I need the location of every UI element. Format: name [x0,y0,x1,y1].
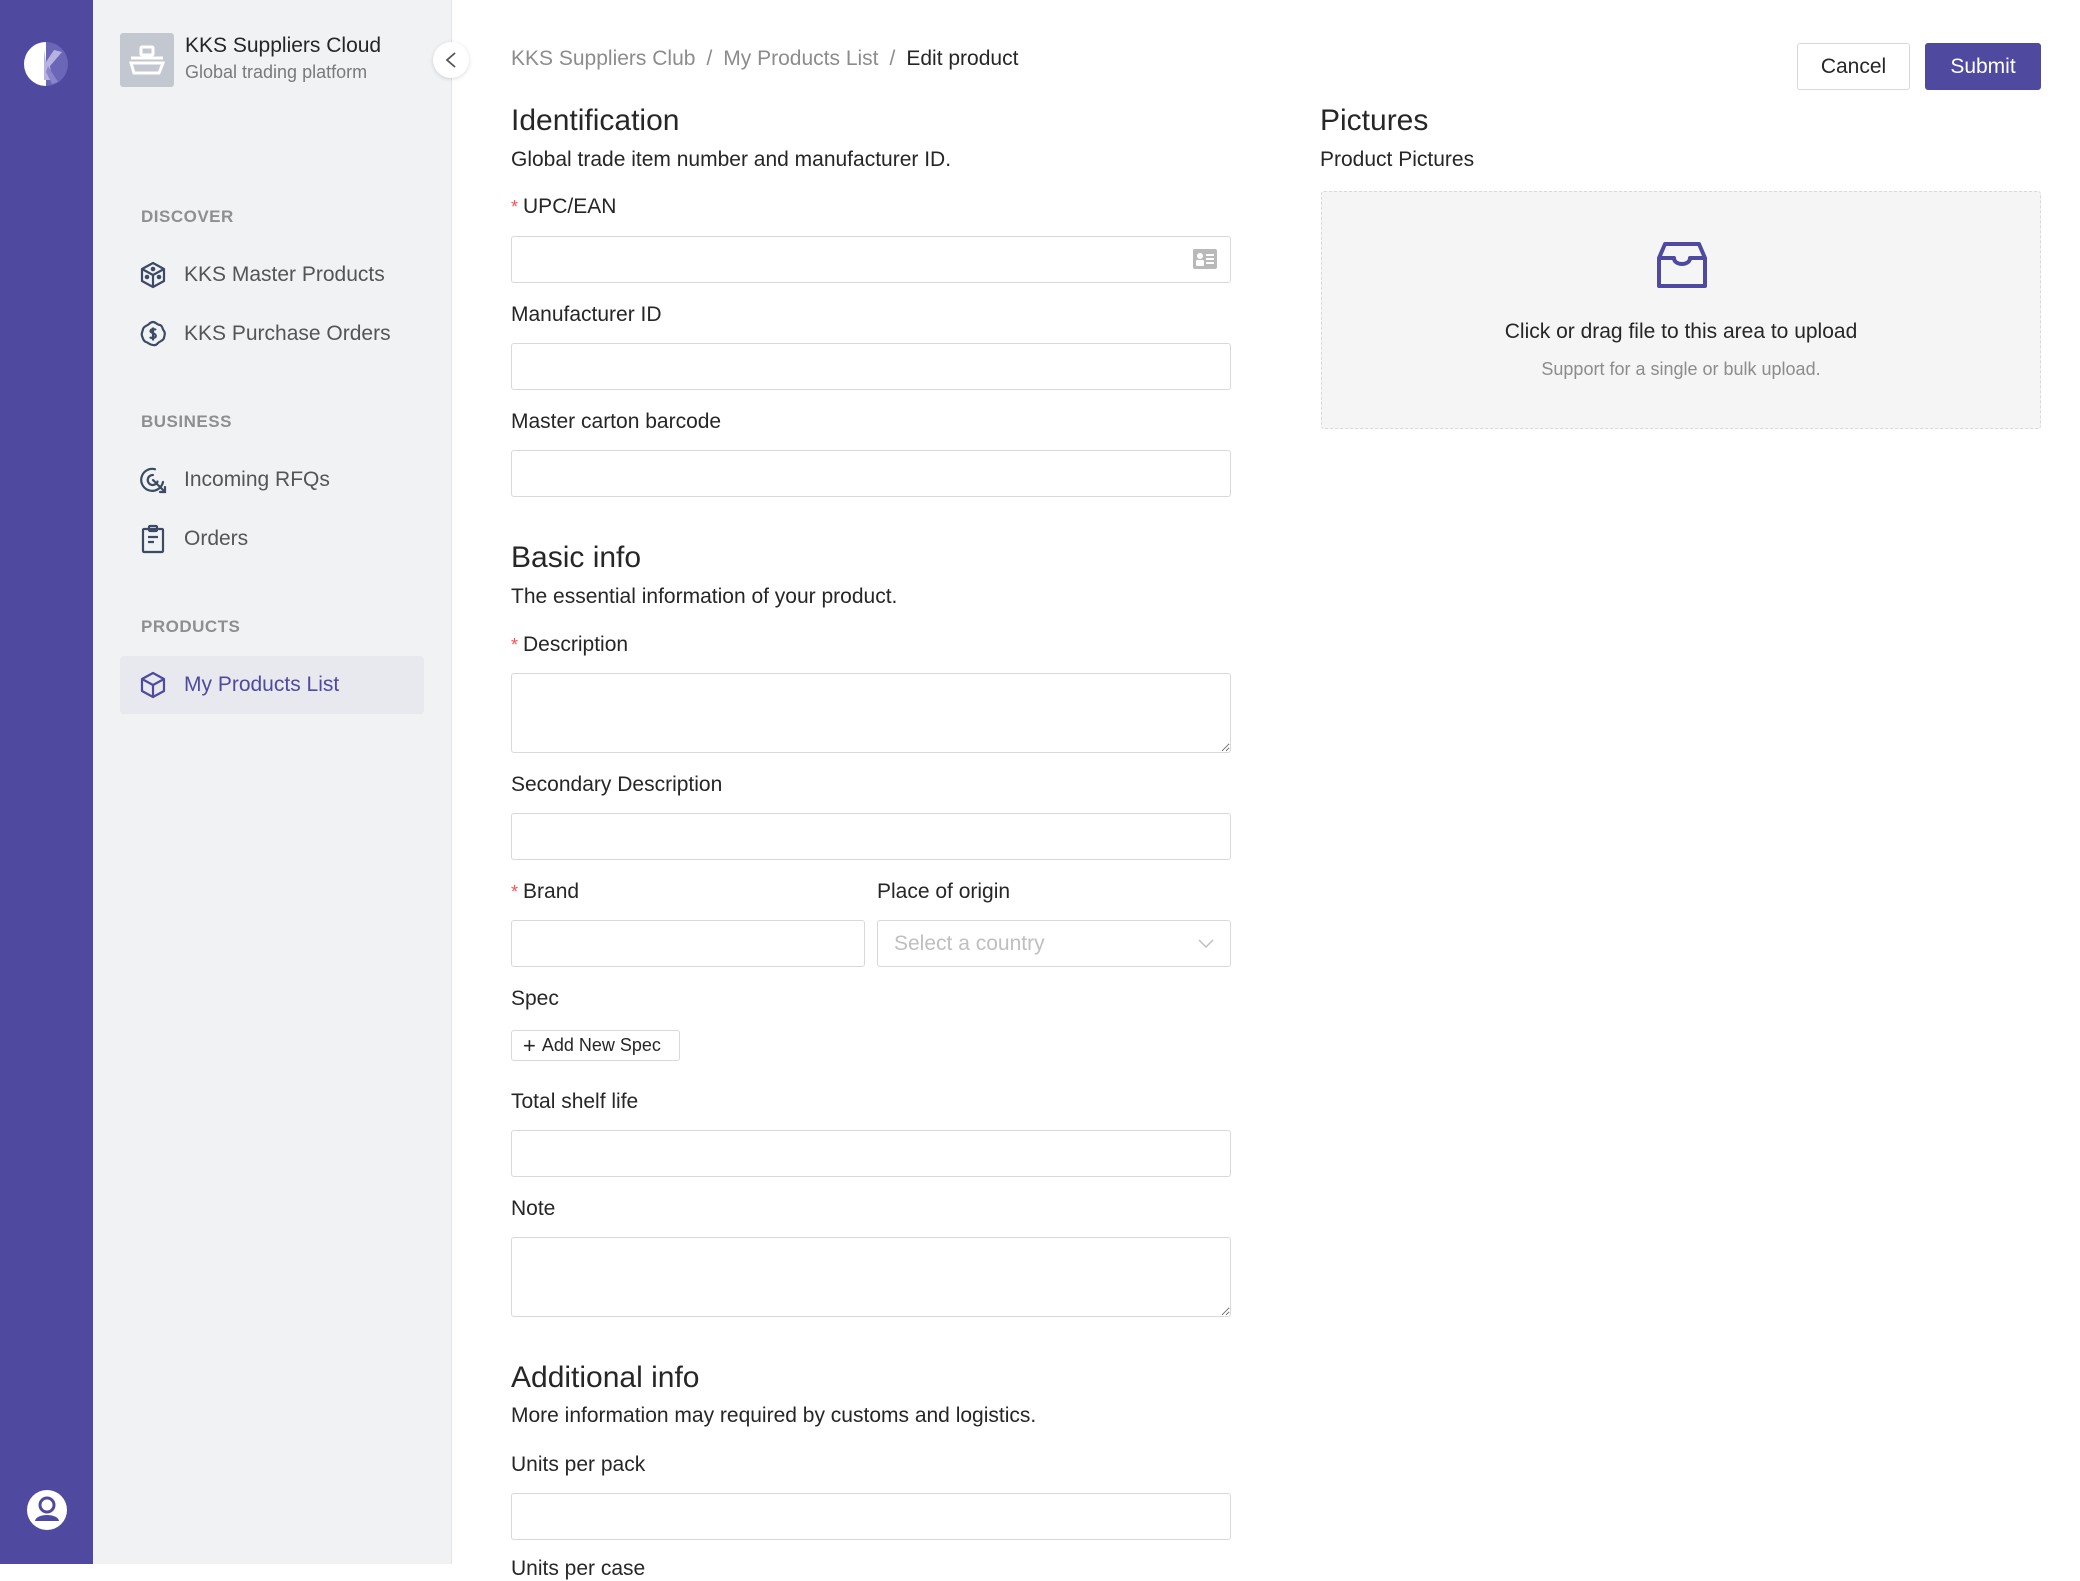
place-of-origin-label: Place of origin [877,880,1011,903]
section-label-discover: DISCOVER [141,207,234,226]
master-carton-input[interactable] [511,450,1231,497]
clipboard-icon [138,524,168,554]
additional-info-description: More information may required by customs… [511,1404,1037,1427]
sidebar-item-label: KKS Purchase Orders [184,322,391,345]
master-carton-label: Master carton barcode [511,410,722,433]
sidebar-item-label: KKS Master Products [184,263,385,286]
total-shelf-life-label: Total shelf life [511,1090,639,1113]
units-per-case-label: Units per case [511,1557,646,1580]
manufacturer-id-label: Manufacturer ID [511,303,662,326]
sidebar-item-label: Orders [184,527,249,550]
upload-text: Click or drag file to this area to uploa… [1504,320,1858,343]
brand-label: * Brand [511,880,580,903]
brand-logo [120,33,174,87]
sidebar-item-orders[interactable]: Orders [120,510,424,568]
id-card-icon[interactable] [1192,248,1218,270]
app-subtitle: Global trading platform [185,62,368,82]
identification-heading: Identification [511,104,680,137]
required-marker: * [511,882,519,902]
additional-info-heading: Additional info [511,1361,700,1394]
breadcrumb-item-home[interactable]: KKS Suppliers Club [511,47,695,70]
add-new-spec-label: Add New Spec [541,1035,661,1055]
plus-icon: + [523,1032,536,1058]
required-marker: * [511,197,519,217]
section-label-business: BUSINESS [141,412,232,431]
sidebar-item-label: Incoming RFQs [184,468,330,491]
upload-dropzone[interactable]: Click or drag file to this area to uploa… [1321,191,2041,429]
chevron-down-icon [1198,938,1214,948]
note-label: Note [511,1197,556,1220]
breadcrumb-item-products[interactable]: My Products List [723,47,878,70]
units-per-pack-input[interactable] [511,1493,1231,1540]
app-logo-icon[interactable] [22,40,70,88]
brand-input[interactable] [511,920,865,967]
app-title: KKS Suppliers Cloud [185,34,382,57]
submit-button[interactable]: Submit [1925,43,2041,90]
pictures-subtitle: Product Pictures [1320,148,1475,171]
spec-label: Spec [511,987,559,1010]
box-icon [138,260,168,290]
secondary-description-label: Secondary Description [511,773,723,796]
required-marker: * [511,635,519,655]
breadcrumb-separator: / [706,47,713,70]
breadcrumb: KKS Suppliers Club / My Products List / Edit… [511,47,1018,71]
note-textarea[interactable] [511,1237,1231,1317]
breadcrumb-separator: / [889,47,896,70]
upload-hint: Support for a single or bulk upload. [1541,359,1821,379]
identification-description: Global trade item number and manufacture… [511,148,952,171]
inbox-icon [1657,242,1707,288]
collapse-sidebar-button[interactable] [433,42,469,78]
total-shelf-life-input[interactable] [511,1130,1231,1177]
app-rail [0,0,93,1564]
user-avatar-icon[interactable] [26,1489,68,1531]
units-per-pack-label: Units per pack [511,1453,646,1476]
upc-label: * UPC/EAN [511,195,617,218]
sidebar-item-my-products-list[interactable]: My Products List [120,656,424,714]
chevron-left-icon [445,52,456,68]
cancel-button[interactable]: Cancel [1797,43,1910,90]
manufacturer-id-input[interactable] [511,343,1231,390]
breadcrumb-item-current: Edit product [906,47,1019,70]
sidebar: KKS Suppliers Cloud Global trading platf… [93,0,452,1564]
sidebar-item-label: My Products List [184,673,340,696]
dollar-badge-icon [138,319,168,349]
sidebar-item-incoming-rfqs[interactable]: Incoming RFQs [120,451,424,509]
place-of-origin-placeholder: Select a country [894,931,1045,955]
basic-info-description: The essential information of your produc… [511,585,898,608]
sidebar-item-kks-master-products[interactable]: KKS Master Products [120,246,424,304]
sidebar-item-kks-purchase-orders[interactable]: KKS Purchase Orders [120,305,424,363]
description-textarea[interactable] [511,673,1231,753]
description-label: * Description [511,633,629,656]
cube-icon [138,670,168,700]
target-icon [138,465,168,495]
upc-input[interactable] [511,236,1231,283]
add-new-spec-button[interactable]: + Add New Spec [511,1030,680,1061]
secondary-description-input[interactable] [511,813,1231,860]
ship-icon [128,45,166,75]
basic-info-heading: Basic info [511,541,642,574]
place-of-origin-select[interactable]: Select a country [877,920,1231,967]
pictures-heading: Pictures [1320,104,1429,137]
section-label-products: PRODUCTS [141,617,241,636]
